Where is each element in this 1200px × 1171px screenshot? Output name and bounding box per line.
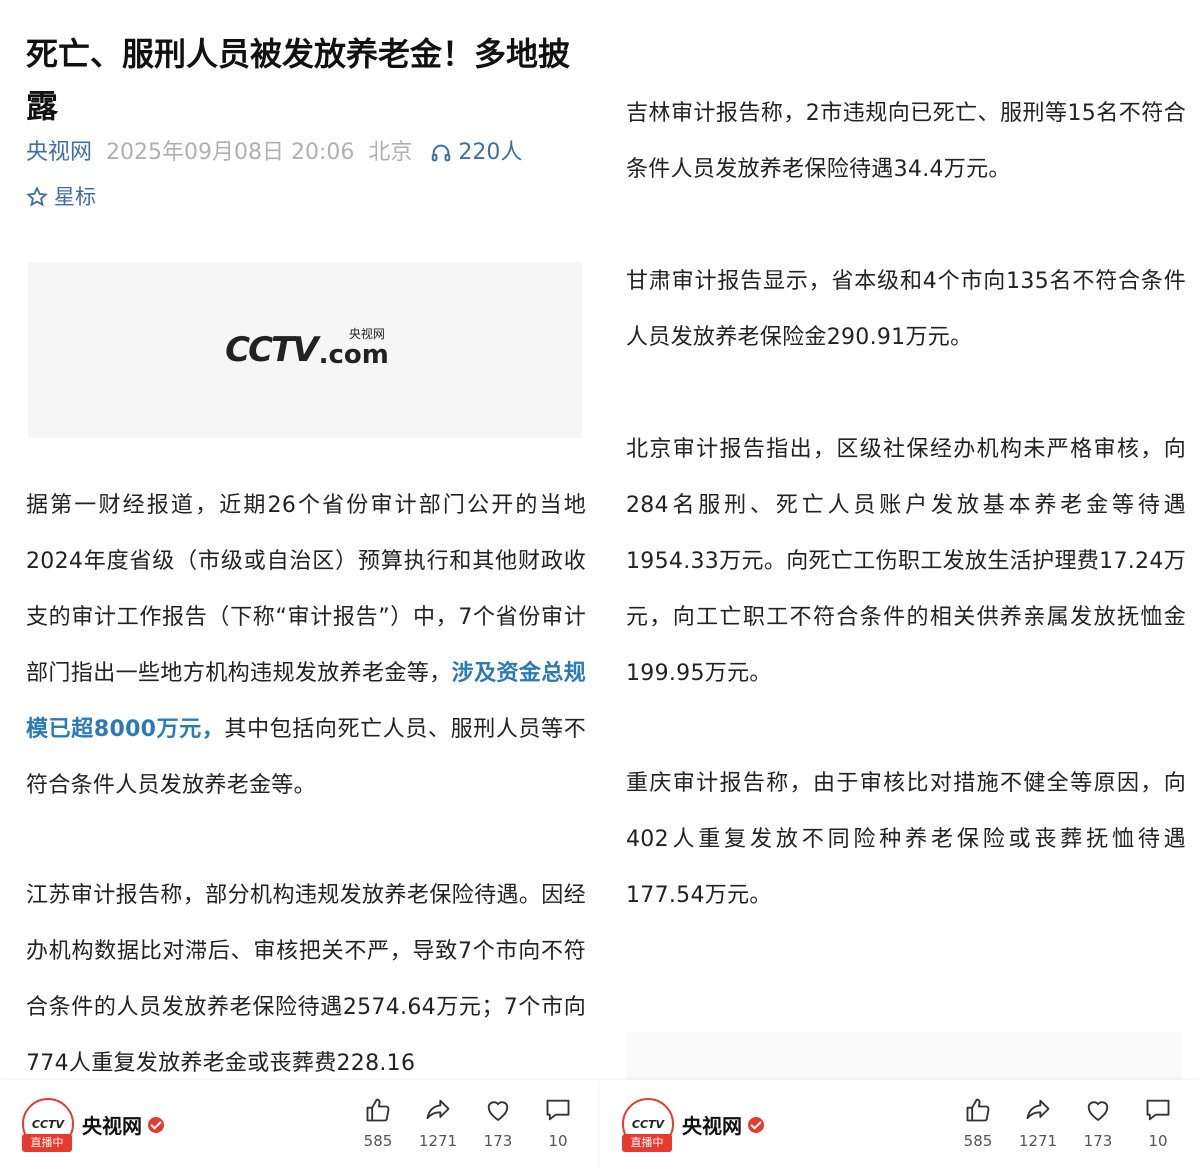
heart-icon [1087, 1101, 1109, 1121]
heart-icon [487, 1101, 509, 1121]
favorite-button[interactable]: 173 [468, 1096, 528, 1150]
footer-bar-left: CCTV 直播中 央视网 585 1271 173 10 [0, 1080, 600, 1171]
paragraph-1-text-before: 据第一财经报道，近期26个省份审计部门公开的当地2024年度省级（市级或自治区）… [26, 493, 586, 686]
share-count: 1271 [1018, 1132, 1058, 1150]
account-name[interactable]: 央视网 [682, 1110, 764, 1139]
listen-button[interactable]: 220人 [430, 138, 522, 168]
publish-city: 北京 [368, 140, 413, 165]
avatar-logo-text: CCTV [631, 1117, 665, 1131]
comment-icon [546, 1099, 570, 1121]
comment-button[interactable]: 10 [528, 1096, 588, 1150]
article-paragraph-2: 江苏审计报告称，部分机构违规发放养老保险待遇。因经办机构数据比对滞后、审核把关不… [26, 883, 586, 1076]
publish-date: 2025年09月08日 20:06 [106, 140, 355, 165]
account-name[interactable]: 央视网 [82, 1110, 164, 1139]
like-icon [366, 1098, 390, 1122]
comment-icon [1146, 1099, 1170, 1121]
listener-count: 220人 [458, 140, 523, 165]
image-placeholder [626, 1032, 1182, 1080]
live-badge[interactable]: 直播中 [622, 1134, 672, 1152]
verified-icon [748, 1116, 764, 1133]
logo-cctv-text: CCTV [225, 330, 318, 370]
like-button[interactable]: 585 [348, 1096, 408, 1150]
account-name-text: 央视网 [682, 1114, 742, 1138]
share-count: 1271 [418, 1132, 458, 1150]
like-icon [966, 1098, 990, 1122]
star-icon [26, 186, 48, 207]
article-paragraph-chongqing: 重庆审计报告称，由于审核比对措施不健全等原因，向402人重复发放不同险种养老保险… [626, 771, 1186, 908]
comment-count: 10 [548, 1132, 568, 1150]
left-article-pane[interactable]: 死亡、服刑人员被发放养老金！多地披露 央视网 2025年09月08日 20:06… [0, 0, 600, 1171]
logo-com-text: .com [318, 340, 389, 370]
footer-bar-right: CCTV 直播中 央视网 585 1271 173 10 [600, 1080, 1200, 1171]
live-badge[interactable]: 直播中 [22, 1134, 72, 1152]
like-count: 585 [363, 1132, 393, 1150]
favorite-button[interactable]: 173 [1068, 1096, 1128, 1150]
favorite-count: 173 [483, 1132, 513, 1150]
comment-count: 10 [1148, 1132, 1168, 1150]
share-icon [1026, 1099, 1050, 1120]
headphones-icon [432, 144, 451, 162]
article-paragraph-1: 据第一财经报道，近期26个省份审计部门公开的当地2024年度省级（市级或自治区）… [26, 478, 586, 814]
verified-icon [148, 1116, 164, 1133]
article-paragraph-gansu: 甘肃审计报告显示，省本级和4个市向135名不符合条件人员发放养老保险金290.9… [626, 269, 1186, 350]
star-button[interactable]: 星标 [26, 183, 96, 211]
avatar-logo-text: CCTV [31, 1117, 65, 1131]
article-title: 死亡、服刑人员被发放养老金！多地披露 [26, 35, 571, 125]
source-link[interactable]: 央视网 [26, 138, 92, 168]
share-button[interactable]: 1271 [1008, 1096, 1068, 1150]
article-meta: 央视网 2025年09月08日 20:06 北京 220人 [26, 138, 522, 168]
share-icon [426, 1099, 450, 1120]
article-paragraph-beijing: 北京审计报告指出，区级社保经办机构未严格审核，向284名服刑、死亡人员账户发放基… [626, 437, 1186, 686]
like-button[interactable]: 585 [948, 1096, 1008, 1150]
logo-cn-text: 央视网 [348, 327, 385, 341]
account-name-text: 央视网 [82, 1114, 142, 1138]
like-count: 585 [963, 1132, 993, 1150]
comment-button[interactable]: 10 [1128, 1096, 1188, 1150]
star-label: 星标 [54, 185, 96, 209]
article-paragraph-jilin: 吉林审计报告称，2市违规向已死亡、服刑等15名不符合条件人员发放养老保险待遇34… [626, 101, 1186, 182]
cctv-logo: CCTV .com 央视网 [225, 327, 389, 370]
share-button[interactable]: 1271 [408, 1096, 468, 1150]
article-banner-image: CCTV .com 央视网 [28, 262, 582, 438]
favorite-count: 173 [1083, 1132, 1113, 1150]
